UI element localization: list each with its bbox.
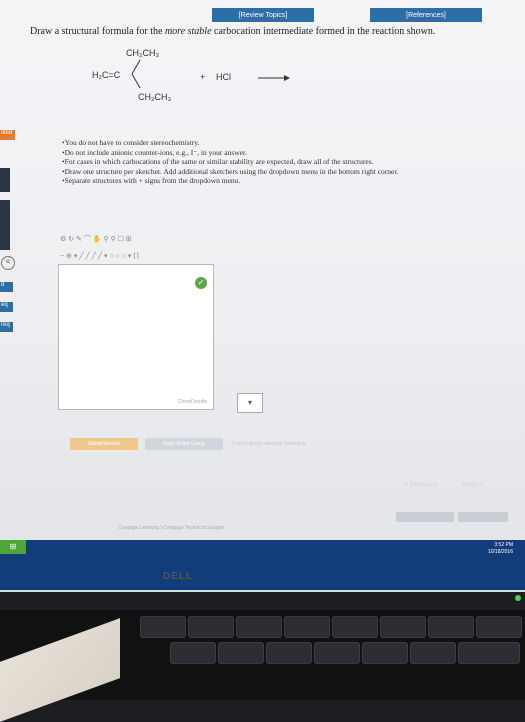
- tray-clock: 3:52 PM 10/18/2016: [488, 542, 513, 556]
- sketcher-footer: ChemDoodle: [177, 399, 207, 405]
- rail-label[interactable]: d: [0, 282, 13, 292]
- retry-group-button[interactable]: Retry Entire Group: [145, 438, 223, 450]
- sketcher-toolbar-top[interactable]: ⚙ ↻ ✎ ⌒ ✋ ⚲ ⚲ ☐ ⊞: [60, 234, 132, 244]
- instruction-item: For cases in which carbocations of the s…: [62, 157, 398, 167]
- key: [236, 616, 282, 638]
- tray-date: 10/18/2016: [487, 549, 513, 555]
- next-link[interactable]: Next >: [462, 482, 482, 489]
- left-rail: sted < d eq req: [0, 130, 15, 340]
- key: [332, 616, 378, 638]
- dell-logo: DELL: [163, 571, 194, 582]
- instruction-item: Do not include anionic counter-ions, e.g…: [62, 148, 398, 158]
- submit-answer-button[interactable]: Submit Answer: [70, 438, 138, 450]
- checkmark-icon: ✓: [195, 277, 207, 289]
- key: [362, 642, 408, 664]
- sketcher-toolbar-bottom[interactable]: − ⊕ ▾ ╱ ╱ ╱ ╱ ▾ ○ ○ ○ ▾ ⌈⌉: [60, 252, 139, 260]
- key: [140, 616, 186, 638]
- rail-label[interactable]: eq: [0, 302, 13, 312]
- rail-band: [0, 168, 10, 192]
- prompt-start: Draw a structural formula for the: [30, 26, 165, 37]
- sketcher-canvas[interactable]: ✓ ChemDoodle: [58, 264, 214, 410]
- references-link[interactable]: [References]: [370, 8, 482, 22]
- instruction-item: Separate structures with + signs from th…: [62, 176, 398, 186]
- substituent-top: CH₂CH₃: [126, 48, 160, 58]
- question-prompt: Draw a structural formula for the more s…: [30, 26, 435, 37]
- reaction-arrow-icon: [258, 75, 290, 81]
- monitor-bezel: [Review Topics] [References] Draw a stru…: [0, 0, 525, 592]
- chevron-down-icon: ▾: [247, 398, 252, 407]
- footer-button[interactable]: [396, 512, 454, 522]
- browser-screen: [Review Topics] [References] Draw a stru…: [0, 0, 525, 540]
- key: [266, 642, 312, 664]
- previous-link[interactable]: < Previous: [404, 482, 437, 489]
- key: [170, 642, 216, 664]
- key: [380, 616, 426, 638]
- key: [218, 642, 264, 664]
- prompt-emphasis: more stable: [164, 26, 212, 37]
- reagent-hcl: HCl: [216, 72, 231, 82]
- plus-sign: +: [200, 72, 206, 82]
- footer-button[interactable]: [458, 512, 508, 522]
- reaction-bonds: [131, 59, 290, 89]
- collapse-icon[interactable]: <: [1, 256, 15, 270]
- key: [314, 642, 360, 664]
- rail-band: [0, 200, 10, 250]
- taskbar: ⊞ 3:52 PM 10/18/2016: [0, 540, 525, 590]
- power-led-icon: [515, 595, 521, 601]
- footer-text: Cengage Learning | Cengage Technical Sup…: [118, 525, 225, 531]
- sketcher-dropdown[interactable]: ▾: [237, 393, 263, 413]
- tray-time: 3:52 PM: [494, 542, 513, 548]
- prompt-end: carbocation intermediate formed in the r…: [211, 26, 436, 37]
- instruction-item: Draw one structure per sketcher. Add add…: [62, 167, 399, 177]
- substituent-bottom: CH₂CH₃: [138, 92, 172, 102]
- key: [428, 616, 474, 638]
- start-icon[interactable]: ⊞: [0, 540, 26, 554]
- review-topics-link[interactable]: [Review Topics]: [212, 8, 314, 22]
- instruction-item: You do not have to consider stereochemis…: [62, 138, 398, 148]
- attempts-remaining: 1 more group attempts remaining: [232, 441, 306, 447]
- key: [284, 616, 330, 638]
- key: [458, 642, 520, 664]
- top-links: [Review Topics] [References]: [40, 8, 520, 22]
- reaction-diagram: CH₂CH₃ H₂C=C CH₂CH₃ + HCl: [92, 48, 512, 118]
- rail-label[interactable]: req: [0, 322, 13, 332]
- key: [476, 616, 522, 638]
- instruction-list: You do not have to consider stereochemis…: [62, 138, 399, 186]
- key: [188, 616, 234, 638]
- started-badge: sted: [0, 130, 15, 140]
- key: [410, 642, 456, 664]
- alkene-formula: H₂C=C: [92, 70, 121, 80]
